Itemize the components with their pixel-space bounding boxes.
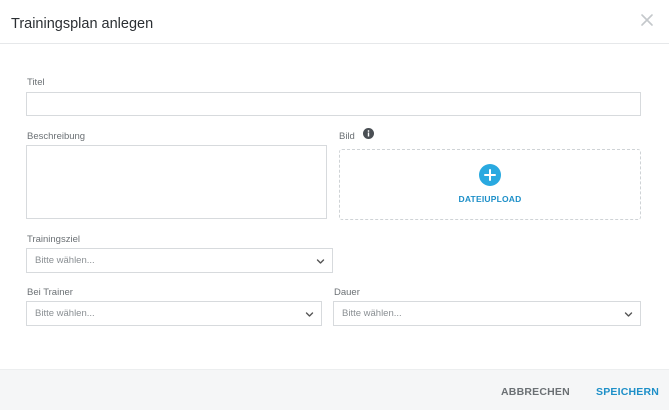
create-training-plan-dialog: Trainingsplan anlegen Titel Beschreibung…	[0, 0, 669, 410]
title-label: Titel	[27, 77, 45, 88]
close-icon[interactable]	[639, 12, 655, 28]
dialog-title: Trainingsplan anlegen	[11, 16, 154, 32]
file-upload-dropzone[interactable]: DATEIUPLOAD	[339, 149, 641, 220]
save-button[interactable]: SPEICHERN	[596, 386, 659, 398]
duration-select[interactable]: Bitte wählen...	[333, 301, 641, 326]
dialog-header: Trainingsplan anlegen	[0, 0, 669, 44]
cancel-button[interactable]: ABBRECHEN	[501, 386, 570, 398]
duration-label: Dauer	[334, 287, 360, 298]
info-icon[interactable]	[363, 128, 374, 139]
description-textarea[interactable]	[26, 145, 327, 219]
trainer-select-value: Bitte wählen...	[35, 308, 95, 319]
goal-label: Trainingsziel	[27, 234, 80, 245]
chevron-down-icon	[305, 310, 314, 319]
title-input[interactable]	[26, 92, 641, 116]
trainer-select[interactable]: Bitte wählen...	[26, 301, 322, 326]
goal-select-value: Bitte wählen...	[35, 255, 95, 266]
image-label: Bild	[339, 131, 355, 142]
duration-select-value: Bitte wählen...	[342, 308, 402, 319]
trainer-label: Bei Trainer	[27, 287, 73, 298]
description-label: Beschreibung	[27, 131, 86, 142]
goal-select[interactable]: Bitte wählen...	[26, 248, 333, 273]
chevron-down-icon	[316, 257, 325, 266]
dialog-footer: ABBRECHEN SPEICHERN	[0, 369, 669, 410]
plus-circle-icon[interactable]	[479, 164, 501, 186]
chevron-down-icon	[624, 310, 633, 319]
upload-label[interactable]: DATEIUPLOAD	[340, 194, 640, 204]
